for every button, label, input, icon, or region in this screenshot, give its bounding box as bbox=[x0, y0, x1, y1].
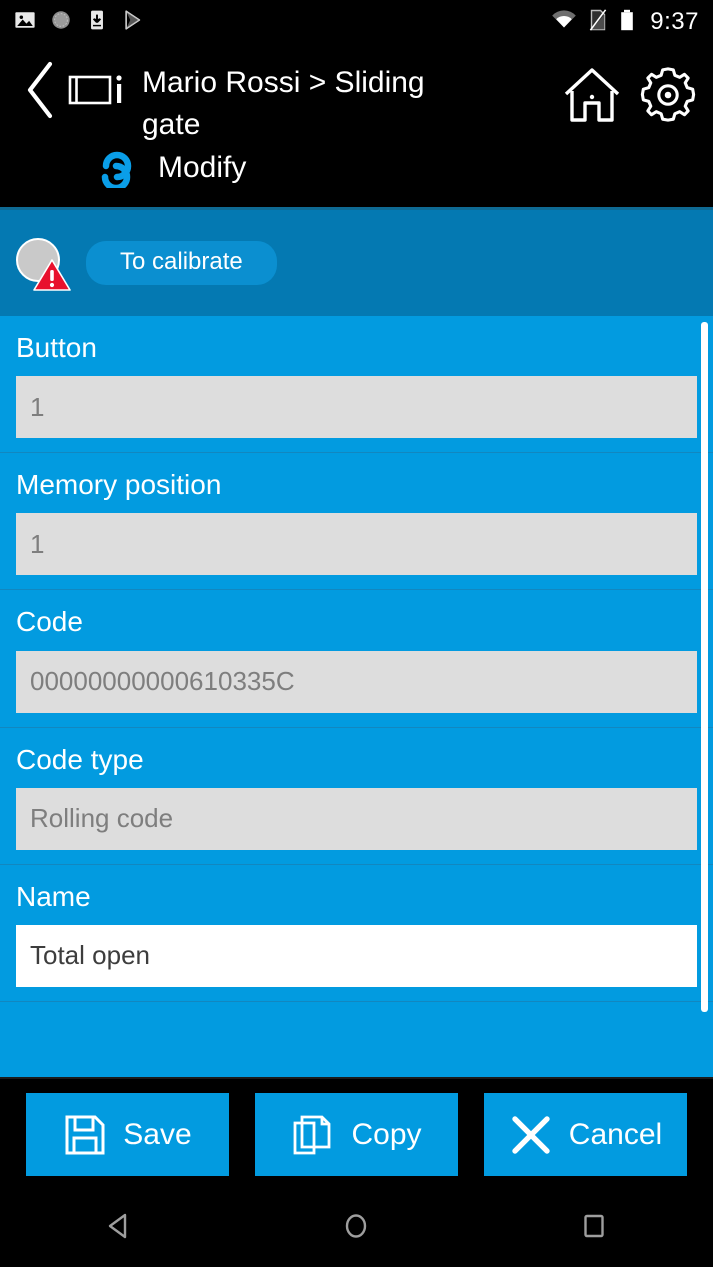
cancel-button[interactable]: Cancel bbox=[484, 1093, 687, 1176]
code-type-input[interactable]: Rolling code bbox=[16, 787, 697, 850]
app-header: Mario Rossi > Sliding gate Modify bbox=[0, 44, 713, 207]
cycle-loop-icon bbox=[85, 144, 137, 193]
status-badge[interactable]: To calibrate bbox=[86, 241, 277, 285]
calibration-status-strip: To calibrate bbox=[0, 207, 713, 316]
image-icon bbox=[14, 9, 36, 36]
android-status-bar: 9:37 bbox=[0, 0, 713, 44]
scrollbar-thumb[interactable] bbox=[701, 322, 708, 1012]
nav-back-triangle-icon bbox=[103, 1210, 135, 1247]
home-icon bbox=[563, 67, 621, 128]
nav-back-button[interactable] bbox=[79, 1199, 159, 1259]
field-label: Memory position bbox=[16, 469, 222, 501]
close-x-icon bbox=[509, 1113, 553, 1157]
status-bar-system-icons: 9:37 bbox=[551, 8, 699, 36]
memory-position-input[interactable]: 1 bbox=[16, 513, 697, 576]
nav-home-circle-icon bbox=[340, 1210, 372, 1247]
battery-icon bbox=[619, 9, 635, 36]
field-code: Code 00000000000610335C bbox=[0, 590, 713, 728]
field-memory-position: Memory position 1 bbox=[0, 453, 713, 591]
back-button[interactable] bbox=[14, 56, 66, 128]
wifi-icon bbox=[551, 9, 577, 35]
name-input[interactable]: Total open bbox=[16, 924, 697, 987]
copy-button[interactable]: Copy bbox=[255, 1093, 458, 1176]
android-nav-bar bbox=[0, 1190, 713, 1267]
field-label: Code type bbox=[16, 743, 144, 775]
nav-home-button[interactable] bbox=[316, 1199, 396, 1259]
settings-button[interactable] bbox=[637, 66, 699, 128]
status-bar-notification-icons bbox=[14, 9, 144, 36]
button-input[interactable]: 1 bbox=[16, 376, 697, 439]
nav-recents-button[interactable] bbox=[554, 1199, 634, 1259]
action-button-bar: Save Copy Cancel bbox=[0, 1077, 713, 1190]
download-to-device-icon bbox=[86, 9, 108, 36]
back-chevron-icon bbox=[23, 59, 57, 126]
save-button[interactable]: Save bbox=[26, 1093, 229, 1176]
no-sim-icon bbox=[588, 8, 608, 36]
form-scrollbar[interactable] bbox=[700, 316, 710, 1077]
field-name: Name Total open bbox=[0, 865, 713, 1002]
save-label: Save bbox=[123, 1117, 192, 1151]
mode-icon-wrap bbox=[80, 144, 142, 192]
field-code-type: Code type Rolling code bbox=[0, 728, 713, 865]
page-title: Mario Rossi > Sliding gate bbox=[142, 66, 425, 141]
avatar bbox=[16, 238, 71, 291]
device-info-icon bbox=[68, 69, 126, 116]
cancel-label: Cancel bbox=[568, 1117, 663, 1151]
device-info-button[interactable] bbox=[66, 56, 128, 128]
play-store-icon bbox=[122, 9, 144, 36]
floppy-save-icon bbox=[63, 1113, 107, 1157]
field-label: Button bbox=[16, 332, 97, 363]
copy-label: Copy bbox=[351, 1117, 422, 1151]
phone-screen: 9:37 Mario Rossi > Sliding gate Modify T… bbox=[0, 0, 713, 1267]
home-button[interactable] bbox=[561, 66, 623, 128]
nav-recents-square-icon bbox=[578, 1210, 610, 1247]
field-button: Button 1 bbox=[0, 316, 713, 454]
field-label: Code bbox=[16, 606, 83, 638]
circle-progress-icon bbox=[50, 9, 72, 36]
gear-icon bbox=[639, 66, 697, 129]
copy-pages-icon bbox=[291, 1113, 335, 1157]
code-input[interactable]: 00000000000610335C bbox=[16, 650, 697, 713]
warning-triangle-icon bbox=[33, 258, 71, 297]
mode-label: Modify bbox=[158, 151, 247, 184]
settings-form: Button 1 Memory position 1 Code 00000000… bbox=[0, 316, 713, 1077]
status-bar-clock: 9:37 bbox=[650, 8, 699, 35]
field-label: Name bbox=[16, 880, 91, 912]
